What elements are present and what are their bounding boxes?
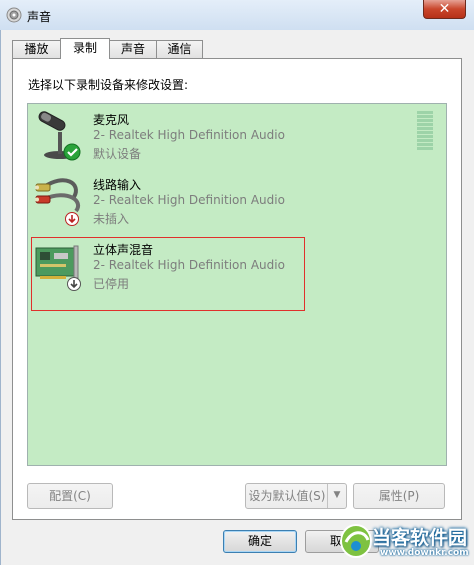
tab-recording[interactable]: 录制	[60, 38, 110, 59]
tab-playback[interactable]: 播放	[12, 40, 61, 58]
sound-card-icon	[35, 245, 81, 291]
tab-label: 录制	[72, 41, 97, 55]
tab-sounds[interactable]: 声音	[109, 40, 157, 58]
tab-label: 播放	[24, 42, 49, 56]
window-title: 声音	[27, 10, 52, 24]
device-name: 线路输入	[93, 178, 142, 192]
instruction-text: 选择以下录制设备来修改设置:	[28, 78, 189, 92]
watermark-logo: 当客软件园 www.downkr.com	[334, 518, 474, 565]
device-item-line-in[interactable]: 线路输入 2- Realtek High Definition Audio 未插…	[28, 169, 446, 231]
tab-communications[interactable]: 通信	[156, 40, 203, 58]
ok-button[interactable]: 确定	[223, 530, 297, 553]
check-icon	[63, 143, 81, 161]
device-status: 默认设备	[93, 147, 142, 161]
microphone-icon	[38, 111, 81, 161]
tab-label: 声音	[120, 42, 145, 56]
device-status: 未插入	[93, 212, 130, 226]
set-default-button[interactable]: 设为默认值(S) ▼	[245, 483, 347, 509]
device-item-stereo-mix[interactable]: 立体声混音 2- Realtek High Definition Audio 已…	[28, 234, 446, 296]
device-item-microphone[interactable]: 麦克风 2- Realtek High Definition Audio 默认设…	[28, 104, 446, 166]
set-default-label: 设为默认值(S)	[248, 489, 326, 503]
chevron-down-icon[interactable]: ▼	[327, 484, 346, 508]
device-status: 已停用	[93, 277, 130, 291]
speaker-icon	[6, 7, 22, 23]
configure-button[interactable]: 配置(C)	[27, 483, 113, 509]
watermark-brand: 当客软件园	[372, 527, 468, 549]
device-description: 2- Realtek High Definition Audio	[93, 128, 285, 142]
properties-button[interactable]: 属性(P)	[353, 483, 445, 509]
device-name: 立体声混音	[93, 243, 154, 257]
line-in-cable-icon	[35, 178, 80, 226]
level-meter	[417, 111, 433, 151]
device-name: 麦克风	[93, 113, 130, 127]
watermark-url: www.downkr.com	[380, 548, 469, 558]
disabled-icon	[67, 277, 81, 291]
tab-label: 通信	[167, 42, 192, 56]
recording-device-list[interactable]: 麦克风 2- Realtek High Definition Audio 默认设…	[27, 103, 447, 466]
device-description: 2- Realtek High Definition Audio	[93, 193, 285, 207]
device-description: 2- Realtek High Definition Audio	[93, 258, 285, 272]
unplugged-icon	[65, 212, 79, 226]
close-icon: ✕	[438, 1, 451, 17]
watermark-emblem-icon	[340, 524, 372, 558]
close-button[interactable]: ✕	[423, 0, 466, 19]
title-bar[interactable]: 声音 ✕	[0, 0, 474, 30]
